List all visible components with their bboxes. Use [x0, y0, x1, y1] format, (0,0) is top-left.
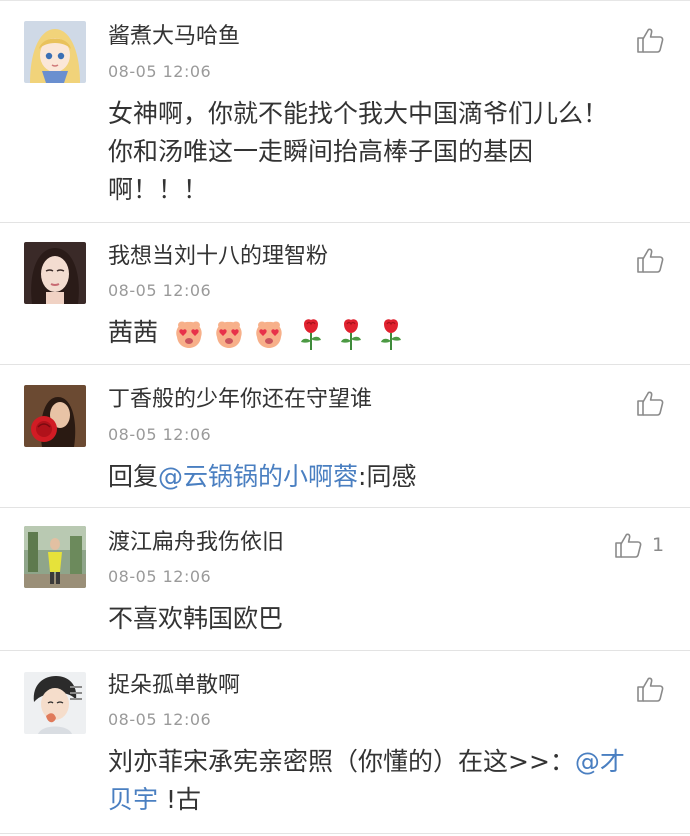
comment-text: 不喜欢韩国欧巴: [108, 604, 284, 633]
avatar[interactable]: [24, 21, 86, 83]
comment-text: 女神啊，你就不能找个我大中国滴爷们儿么！ 你和汤唯这一走瞬间抬高棒子国的基因 啊…: [108, 95, 668, 209]
username[interactable]: 丁香般的少年你还在守望谁: [108, 385, 372, 415]
thumbs-up-icon: [637, 677, 664, 702]
comment-item: 丁香般的少年你还在守望谁 08-05 12:06 回复@云锅锅的小啊蓉:同感: [0, 365, 690, 508]
username[interactable]: 我想当刘十八的理智粉: [108, 242, 328, 272]
like-button[interactable]: [636, 390, 664, 416]
comment-item: 渡江扁舟我伤依旧 08-05 12:06 不喜欢韩国欧巴 1: [0, 508, 690, 651]
comment-text-line: 刘亦菲宋承宪亲密照（你懂的）在这>>：@才: [108, 747, 625, 776]
like-count: 1: [652, 534, 665, 556]
thumbs-up-icon: [615, 533, 642, 558]
comment-text: 回复@云锅锅的小啊蓉:同感: [108, 458, 668, 496]
mention-link[interactable]: @云锅锅的小啊蓉: [158, 462, 358, 491]
heart-eyes-face-emoji: [172, 317, 206, 351]
timestamp: 08-05 12:06: [108, 281, 212, 300]
avatar[interactable]: [24, 385, 86, 447]
thumbs-up-icon: [637, 28, 664, 53]
comment-text: 茜茜: [108, 314, 668, 352]
like-button[interactable]: 1: [614, 532, 664, 558]
thumbs-up-icon: [637, 391, 664, 416]
comment-list: 酱煮大马哈鱼 08-05 12:06 女神啊，你就不能找个我大中国滴爷们儿么！ …: [0, 0, 690, 836]
rose-emoji: [376, 317, 406, 351]
comment-text-line: 啊！！！: [108, 175, 209, 204]
reply-prefix: 回复: [108, 462, 159, 491]
like-button[interactable]: [636, 27, 664, 53]
comment-item: 酱煮大马哈鱼 08-05 12:06 女神啊，你就不能找个我大中国滴爷们儿么！ …: [0, 1, 690, 223]
avatar[interactable]: [24, 526, 86, 588]
emoji-row: [166, 317, 406, 351]
thumbs-up-icon: [637, 248, 664, 273]
avatar[interactable]: [24, 242, 86, 304]
timestamp: 08-05 12:06: [108, 62, 212, 81]
comment-text: 刘亦菲宋承宪亲密照（你懂的）在这>>：@才 贝宇 !古: [108, 743, 668, 819]
heart-eyes-face-emoji: [252, 317, 286, 351]
comment-text-line: 贝宇 !古: [108, 785, 201, 814]
username[interactable]: 渡江扁舟我伤依旧: [108, 528, 284, 558]
comment-item: 捉朵孤单散啊 08-05 12:06 刘亦菲宋承宪亲密照（你懂的）在这>>：@才…: [0, 651, 690, 834]
timestamp: 08-05 12:06: [108, 710, 212, 729]
rose-emoji: [296, 317, 326, 351]
username[interactable]: 酱煮大马哈鱼: [108, 22, 240, 52]
mention-link[interactable]: @才: [575, 747, 625, 776]
comment-item: 我想当刘十八的理智粉 08-05 12:06 茜茜: [0, 223, 690, 365]
like-button[interactable]: [636, 247, 664, 273]
timestamp: 08-05 12:06: [108, 425, 212, 444]
comment-text-line: 茜茜: [108, 318, 159, 347]
mention-link[interactable]: 贝宇: [108, 785, 158, 814]
rose-emoji: [336, 317, 366, 351]
comment-text-line: 你和汤唯这一走瞬间抬高棒子国的基因: [108, 137, 534, 166]
reply-text: :同感: [358, 462, 417, 491]
avatar[interactable]: [24, 672, 86, 734]
username[interactable]: 捉朵孤单散啊: [108, 671, 240, 701]
like-button[interactable]: [636, 676, 664, 702]
heart-eyes-face-emoji: [212, 317, 246, 351]
comment-text-line: 女神啊，你就不能找个我大中国滴爷们儿么！: [108, 99, 609, 128]
timestamp: 08-05 12:06: [108, 567, 212, 586]
